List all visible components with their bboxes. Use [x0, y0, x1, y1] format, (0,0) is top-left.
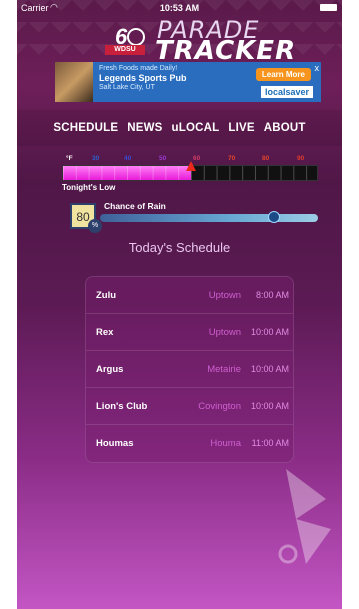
parade-time: 11:00 AM	[251, 438, 289, 448]
parade-name: Houmas	[96, 438, 134, 449]
parade-location: Uptown	[208, 327, 241, 338]
main-nav: SCHEDULE NEWS uLOCAL LIVE ABOUT	[17, 110, 342, 146]
ad-banner[interactable]: Fresh Foods made Daily! Legends Sports P…	[55, 62, 321, 102]
ad-brand-logo: localsaver	[260, 86, 313, 98]
parade-location: Houma	[210, 438, 241, 449]
schedule-title: Today's Schedule	[128, 240, 231, 255]
temperature-tick: 40	[124, 155, 132, 162]
nav-ulocal[interactable]: uLOCAL	[172, 122, 220, 134]
parade-time: 10:00 AM	[250, 401, 289, 411]
ad-image	[55, 62, 93, 102]
temperature-tick: 30	[92, 155, 100, 162]
parade-location: Uptown	[208, 290, 241, 301]
app-logo: 6 WDSU PARADE TRACKER	[105, 14, 340, 66]
table-row[interactable]: Rex Uptown 10:00 AM	[86, 314, 293, 351]
learn-more-button[interactable]: Learn More	[255, 68, 311, 81]
table-row[interactable]: Lion's Club Covington 10:00 AM	[86, 388, 293, 425]
parade-time: 10:00 AM	[250, 327, 289, 337]
ad-tagline: Fresh Foods made Daily!	[99, 65, 178, 72]
temperature-tick: 80	[262, 155, 270, 162]
trumpet-decoration-icon	[278, 469, 331, 564]
parade-name: Lion's Club	[96, 401, 148, 412]
ad-close-icon[interactable]: x	[315, 63, 320, 73]
temperature-marker-icon	[186, 161, 196, 171]
table-row[interactable]: Houmas Houma 11:00 AM	[86, 425, 293, 462]
temperature-tick: 70	[228, 155, 236, 162]
station-circle-icon	[127, 28, 145, 46]
call-sign: WDSU	[105, 45, 145, 55]
battery-icon	[320, 4, 337, 11]
app-screen: Carrier ◠ 10:53 AM 6 WDSU PARADE TRACKER…	[17, 0, 342, 609]
temperature-unit: °F	[66, 155, 73, 162]
temperature-tick: 90	[297, 155, 305, 162]
nav-live[interactable]: LIVE	[228, 122, 254, 134]
parade-location: Metairie	[207, 364, 241, 375]
parade-time: 8:00 AM	[255, 290, 289, 300]
rain-chance: 80 % Chance of Rain	[70, 201, 318, 233]
parade-name: Argus	[96, 364, 124, 375]
ad-location: Salt Lake City, UT	[99, 84, 155, 91]
parade-time: 10:00 AM	[250, 364, 289, 374]
table-row[interactable]: Argus Metairie 10:00 AM	[86, 351, 293, 388]
nav-about[interactable]: ABOUT	[264, 122, 306, 134]
nav-news[interactable]: NEWS	[127, 122, 162, 134]
station-badge: 6 WDSU	[105, 24, 145, 55]
rain-label: Chance of Rain	[104, 201, 166, 211]
rain-track	[100, 214, 318, 222]
parade-name: Zulu	[96, 290, 117, 301]
status-time: 10:53 AM	[159, 3, 200, 13]
temperature-bar	[62, 161, 318, 181]
ad-business-name: Legends Sports Pub	[99, 73, 187, 83]
percent-icon: %	[88, 219, 102, 233]
nav-schedule[interactable]: SCHEDULE	[53, 122, 118, 134]
schedule-table: Zulu Uptown 8:00 AM Rex Uptown 10:00 AM …	[85, 276, 294, 463]
parade-name: Rex	[96, 327, 114, 338]
tonight-low-label: Tonight's Low	[62, 183, 116, 192]
ad-text: Fresh Foods made Daily! Legends Sports P…	[99, 65, 187, 91]
temperature-tick: 50	[159, 155, 167, 162]
parade-location: Covington	[198, 401, 241, 412]
table-row[interactable]: Zulu Uptown 8:00 AM	[86, 277, 293, 314]
